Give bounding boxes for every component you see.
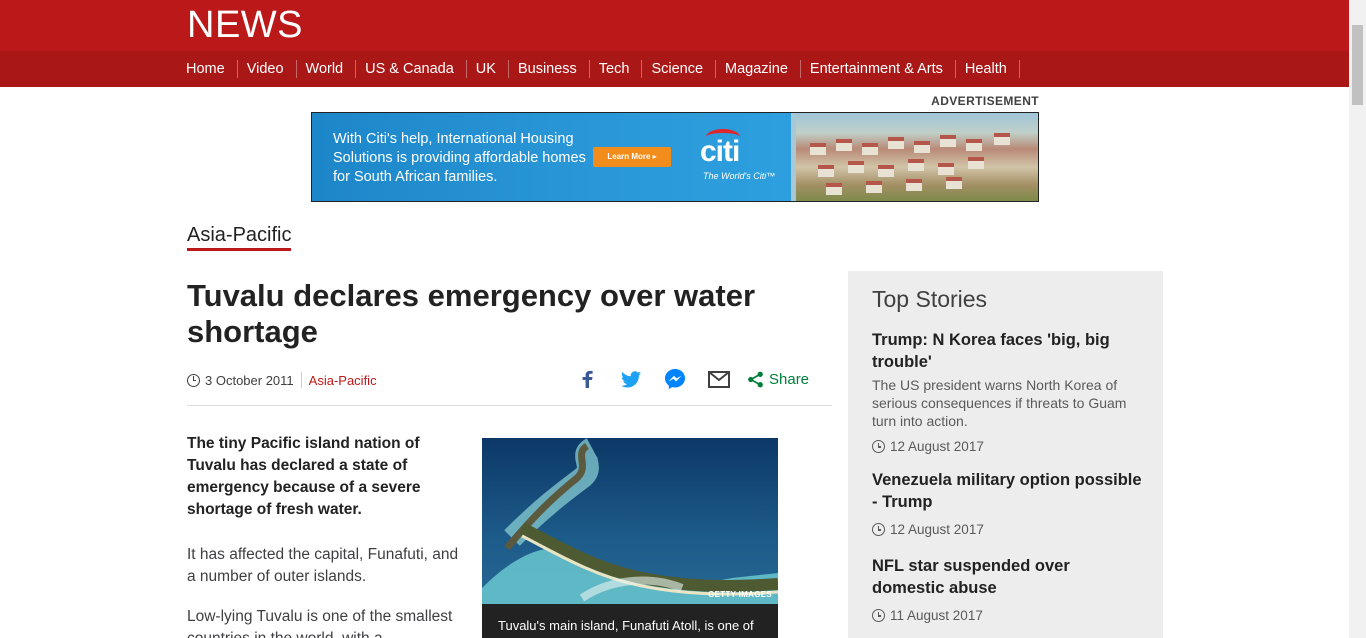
article-date: 3 October 2011 bbox=[205, 372, 294, 388]
top-story-item[interactable]: Trump: N Korea faces 'big, big trouble' … bbox=[872, 329, 1142, 454]
ad-learn-more-button[interactable]: Learn More ▸ bbox=[593, 147, 671, 167]
section-label[interactable]: Asia-Pacific bbox=[187, 223, 292, 251]
nav-item-world[interactable]: World bbox=[297, 60, 357, 78]
top-story-item[interactable]: NFL star suspended over domestic abuse 1… bbox=[872, 555, 1142, 623]
article-paragraph: It has affected the capital, Funafuti, a… bbox=[187, 546, 459, 585]
nav-item-us-canada[interactable]: US & Canada bbox=[356, 60, 467, 78]
top-story-date-text: 11 August 2017 bbox=[890, 608, 983, 623]
nav-item-tech[interactable]: Tech bbox=[590, 60, 643, 78]
clock-icon bbox=[872, 523, 885, 536]
masthead: NEWS bbox=[0, 0, 1349, 51]
top-story-headline[interactable]: NFL star suspended over domestic abuse bbox=[872, 555, 1142, 599]
nav-item-science[interactable]: Science bbox=[642, 60, 717, 78]
main-nav: Home Video World US & Canada UK Business… bbox=[0, 51, 1349, 87]
top-story-date-text: 12 August 2017 bbox=[890, 439, 984, 454]
share-label: Share bbox=[769, 370, 810, 388]
advertisement-label: ADVERTISEMENT bbox=[931, 94, 1039, 108]
twitter-icon[interactable] bbox=[619, 367, 643, 391]
article-figure: GETTY IMAGES Tuvalu's main island, Funaf… bbox=[482, 438, 778, 638]
ad-text: With Citi's help, International Housing … bbox=[333, 131, 586, 185]
top-story-date: 11 August 2017 bbox=[872, 608, 1142, 623]
top-story-headline[interactable]: Trump: N Korea faces 'big, big trouble' bbox=[872, 329, 1142, 373]
citi-logo: citi bbox=[700, 129, 740, 169]
nav-item-business[interactable]: Business bbox=[509, 60, 590, 78]
ad-housing-photo bbox=[796, 113, 1038, 201]
nav-item-home[interactable]: Home bbox=[177, 60, 238, 78]
nav-item-entertainment-arts[interactable]: Entertainment & Arts bbox=[801, 60, 956, 78]
top-story-date-text: 12 August 2017 bbox=[890, 522, 984, 537]
top-story-date: 12 August 2017 bbox=[872, 522, 1142, 537]
top-story-date: 12 August 2017 bbox=[872, 439, 1142, 454]
article-paragraph: Low-lying Tuvalu is one of the smallest … bbox=[187, 608, 453, 638]
top-story-item[interactable]: Venezuela military option possible - Tru… bbox=[872, 469, 1142, 537]
scrollbar-thumb[interactable] bbox=[1352, 25, 1363, 105]
meta-divider bbox=[300, 372, 302, 388]
news-logo[interactable]: NEWS bbox=[187, 4, 303, 47]
page-scrollbar[interactable] bbox=[1349, 0, 1366, 638]
clock-icon bbox=[872, 609, 885, 622]
image-credit: GETTY IMAGES bbox=[708, 590, 772, 599]
article-headline: Tuvalu declares emergency over water sho… bbox=[187, 278, 756, 349]
share-icon bbox=[748, 371, 763, 387]
advertisement-banner[interactable]: With Citi's help, International Housing … bbox=[311, 112, 1039, 202]
ad-tagline: The World's Citi™ bbox=[703, 171, 776, 181]
citi-arc-icon bbox=[706, 129, 740, 145]
messenger-icon[interactable] bbox=[663, 367, 687, 391]
share-tools: Share bbox=[575, 366, 809, 392]
email-icon[interactable] bbox=[707, 367, 731, 391]
top-stories-title: Top Stories bbox=[872, 286, 988, 312]
clock-icon bbox=[872, 440, 885, 453]
clock-icon bbox=[187, 373, 200, 387]
section-link[interactable]: Asia-Pacific bbox=[309, 373, 377, 388]
nav-item-video[interactable]: Video bbox=[238, 60, 297, 78]
figure-caption: Tuvalu's main island, Funafuti Atoll, is… bbox=[482, 604, 778, 638]
nav-item-uk[interactable]: UK bbox=[467, 60, 509, 78]
nav-item-health[interactable]: Health bbox=[956, 60, 1020, 78]
top-stories-panel: Top Stories Trump: N Korea faces 'big, b… bbox=[848, 271, 1163, 638]
top-story-summary: The US president warns North Korea of se… bbox=[872, 377, 1127, 429]
article-meta: 3 October 2011 Asia-Pacific bbox=[187, 370, 377, 390]
meta-divider-rule bbox=[187, 405, 832, 406]
nav-item-magazine[interactable]: Magazine bbox=[716, 60, 801, 78]
article-intro: The tiny Pacific island nation of Tuvalu… bbox=[187, 435, 421, 518]
top-story-headline[interactable]: Venezuela military option possible - Tru… bbox=[872, 469, 1142, 513]
facebook-icon[interactable] bbox=[575, 367, 599, 391]
share-button[interactable]: Share bbox=[747, 371, 809, 388]
